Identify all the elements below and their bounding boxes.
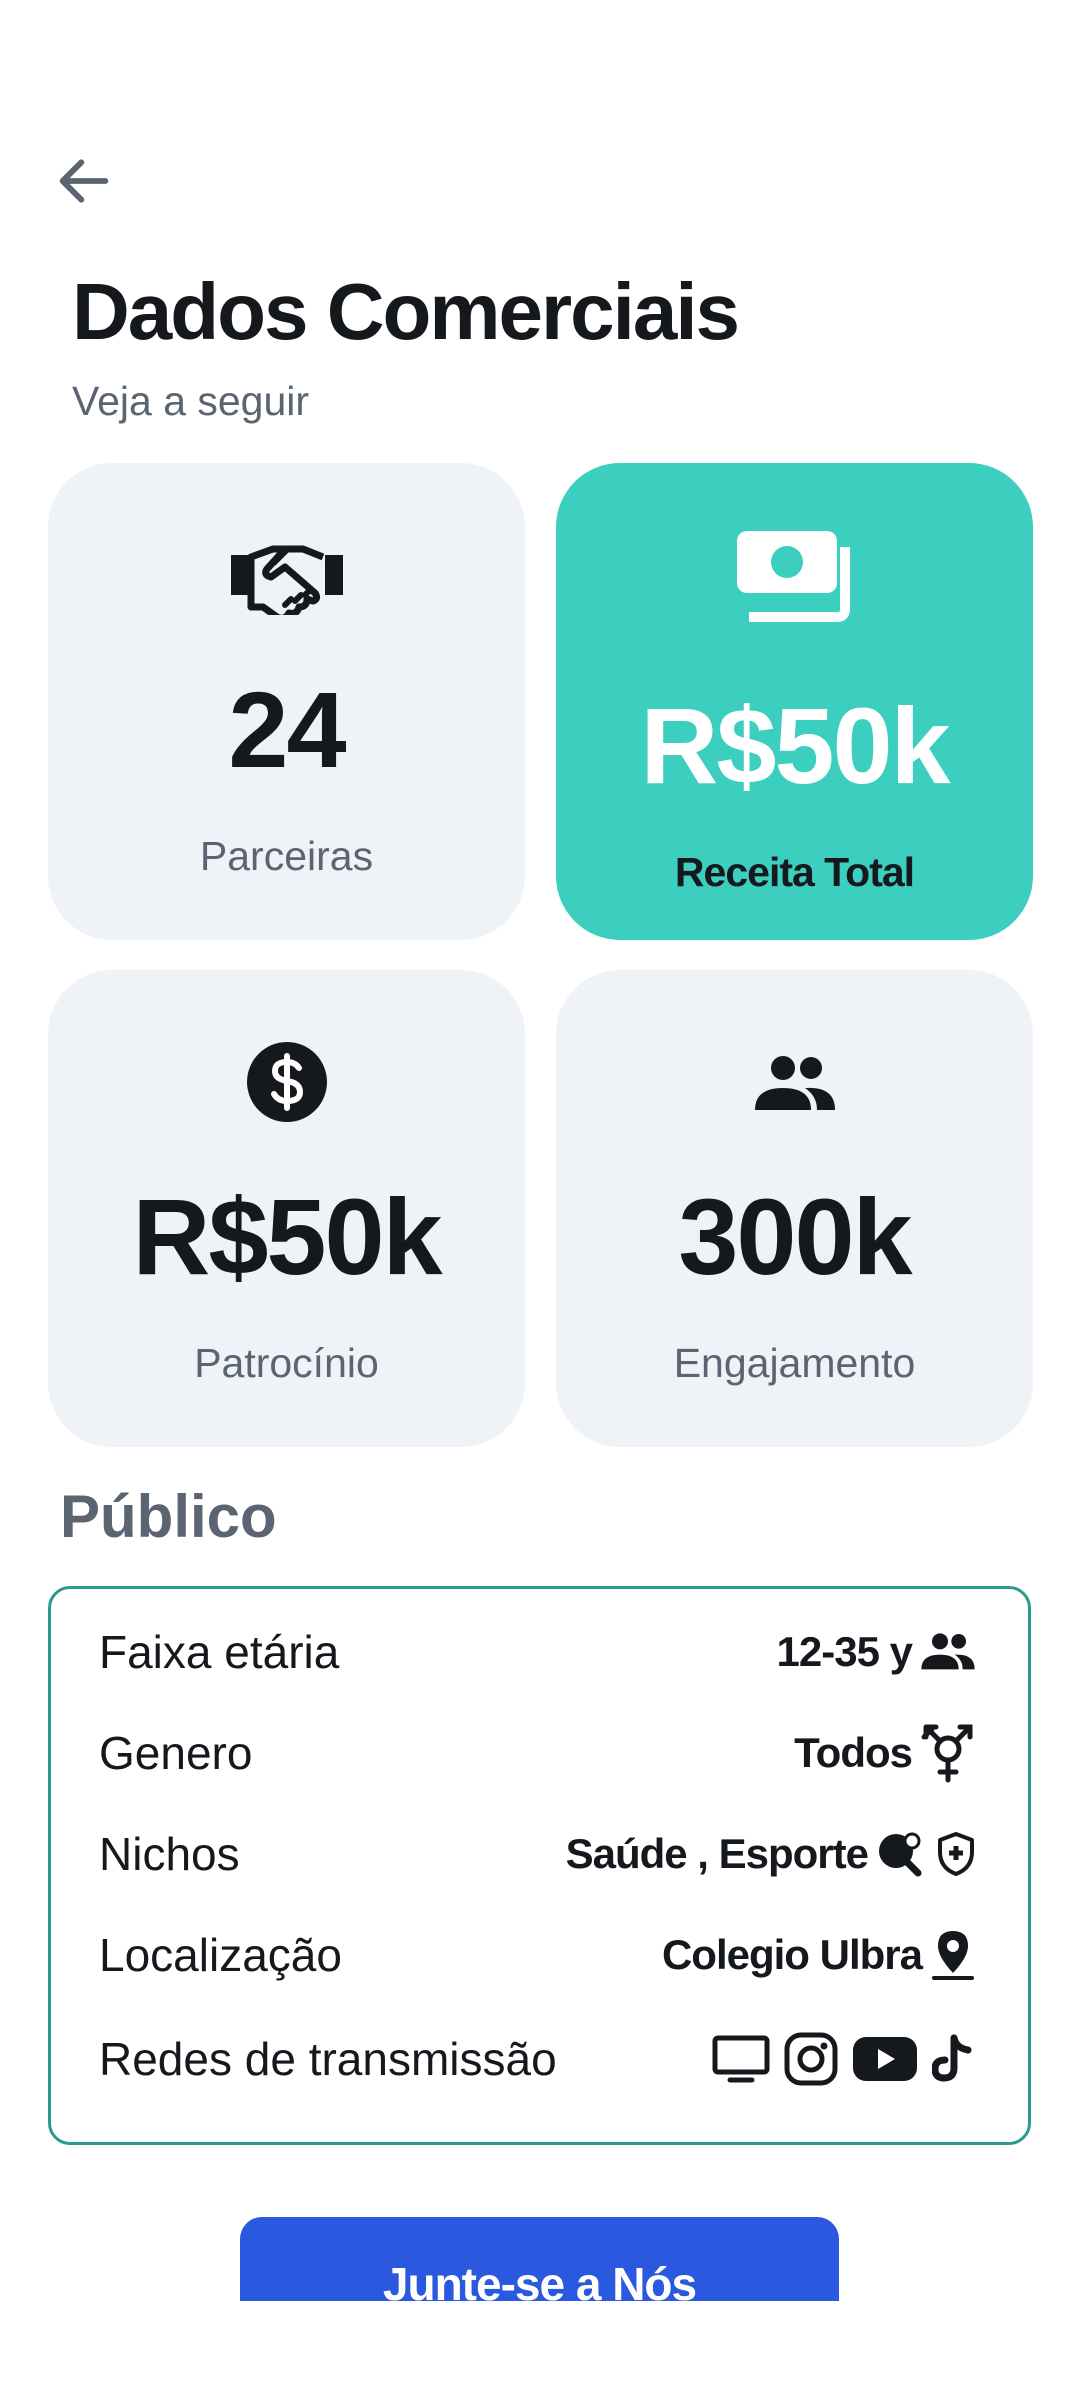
engagement-card[interactable]: 300k Engajamento	[556, 970, 1033, 1447]
partners-card[interactable]: 24 Parceiras	[48, 463, 525, 940]
location-value: Colegio Ulbra	[661, 1931, 923, 1978]
youtube-icon[interactable]	[852, 2035, 918, 2083]
location-label: Localização	[99, 1929, 342, 1981]
arrow-left-icon	[59, 159, 109, 203]
niches-row: Nichos Saúde , Esporte	[99, 1814, 976, 1894]
gender-row: Genero Todos	[99, 1713, 976, 1793]
revenue-label: Receita Total	[674, 849, 915, 895]
age-range-label: Faixa etária	[99, 1626, 340, 1678]
people-icon	[921, 1633, 975, 1670]
engagement-value: 300k	[678, 1176, 912, 1297]
sponsorship-label: Patrocínio	[194, 1340, 379, 1386]
audience-box: Faixa etária 12-35 y Genero Todos Nichos…	[48, 1586, 1031, 2145]
people-icon	[556, 1054, 1033, 1114]
partners-value: 24	[228, 669, 346, 790]
page-subtitle: Veja a seguir	[72, 378, 310, 424]
tv-icon[interactable]	[712, 2035, 770, 2083]
ping-pong-icon	[879, 1832, 922, 1877]
health-shield-icon	[938, 1832, 974, 1876]
join-us-label: Junte-se a Nós	[382, 2258, 697, 2301]
page-title: Dados Comerciais	[72, 267, 740, 356]
handshake-icon	[48, 535, 525, 615]
age-range-value: 12-35 y	[776, 1628, 913, 1675]
location-pin-icon	[932, 1931, 974, 1980]
gender-label: Genero	[99, 1727, 253, 1779]
engagement-label: Engajamento	[673, 1340, 916, 1386]
sponsorship-value: R$50k	[132, 1176, 442, 1297]
age-range-row: Faixa etária 12-35 y	[99, 1612, 976, 1692]
niches-label: Nichos	[99, 1828, 240, 1880]
tiktok-icon[interactable]	[932, 2034, 976, 2084]
instagram-icon[interactable]	[784, 2032, 838, 2086]
partners-label: Parceiras	[199, 833, 374, 879]
money-icon	[556, 527, 1033, 623]
broadcast-networks-row: Redes de transmissão	[99, 2019, 976, 2099]
audience-title: Público	[60, 1483, 277, 1550]
join-us-button[interactable]: Junte-se a Nós	[240, 2217, 839, 2301]
revenue-value: R$50k	[640, 685, 950, 806]
gender-value: Todos	[794, 1729, 913, 1776]
broadcast-networks-label: Redes de transmissão	[99, 2033, 557, 2085]
niches-value: Saúde , Esporte	[565, 1830, 869, 1877]
location-row: Localização Colegio Ulbra	[99, 1915, 976, 1995]
revenue-card[interactable]: R$50k Receita Total	[556, 463, 1033, 940]
back-button[interactable]	[48, 145, 120, 217]
sponsorship-card[interactable]: R$50k Patrocínio	[48, 970, 525, 1447]
transgender-icon	[921, 1724, 973, 1783]
dollar-circle-icon	[48, 1040, 525, 1124]
